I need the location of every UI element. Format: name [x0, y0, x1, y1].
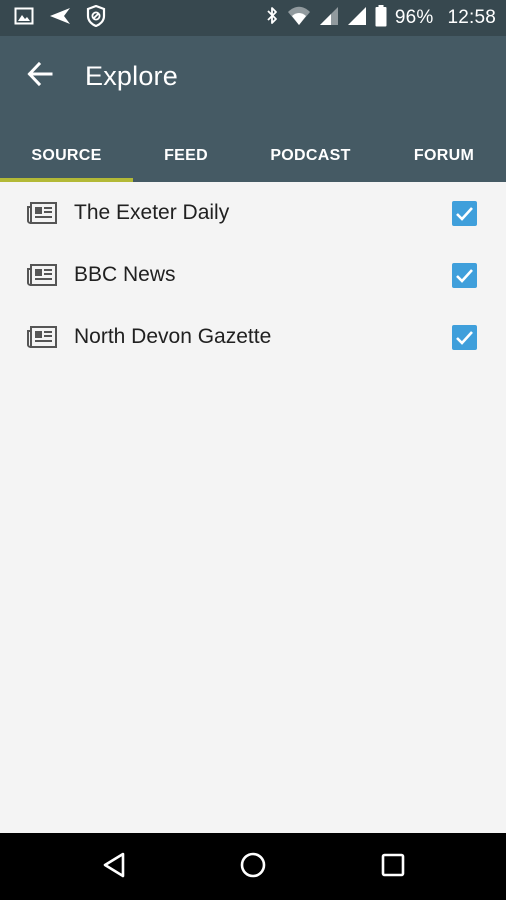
tab-bar: SOURCE FEED PODCAST FORUM [0, 130, 506, 182]
image-notification-icon [14, 6, 34, 31]
tab-feed[interactable]: FEED [133, 130, 239, 182]
status-left-icons [14, 4, 106, 32]
battery-percentage: 96% [394, 7, 434, 28]
source-label: BBC News [74, 263, 176, 286]
newspaper-icon [27, 263, 57, 287]
bluetooth-icon [265, 5, 279, 32]
source-label: The Exeter Daily [74, 201, 230, 224]
newspaper-icon [27, 325, 57, 349]
system-nav-bar [0, 833, 506, 900]
shield-notification-icon [86, 4, 106, 32]
status-bar: 96% 12:58 [0, 0, 506, 36]
source-label: North Devon Gazette [74, 325, 272, 348]
page-title: Explore [85, 61, 178, 91]
battery-icon [375, 4, 387, 32]
app-bar: Explore SOURCE FEED PODCAST FORUM [0, 36, 506, 182]
nav-recents-button[interactable] [375, 849, 411, 885]
clock-time: 12:58 [447, 7, 496, 28]
source-list: The Exeter Daily BBC News North Devon Ga… [0, 182, 506, 368]
signal-icon [319, 6, 339, 31]
recents-square-icon [380, 852, 406, 883]
send-notification-icon [48, 6, 72, 31]
wifi-icon [287, 6, 311, 31]
back-triangle-icon [101, 851, 127, 884]
signal-icon [347, 6, 367, 31]
status-right-icons: 96% 12:58 [265, 4, 496, 32]
back-button[interactable] [22, 58, 58, 94]
tab-podcast[interactable]: PODCAST [239, 130, 382, 182]
list-item[interactable]: The Exeter Daily [0, 182, 506, 244]
arrow-back-icon [27, 61, 53, 92]
nav-home-button[interactable] [235, 849, 271, 885]
source-checkbox[interactable] [452, 263, 477, 288]
home-circle-icon [239, 851, 267, 884]
nav-back-button[interactable] [96, 849, 132, 885]
tab-source[interactable]: SOURCE [0, 130, 133, 182]
tab-forum[interactable]: FORUM [382, 130, 506, 182]
source-checkbox[interactable] [452, 201, 477, 226]
list-item[interactable]: North Devon Gazette [0, 306, 506, 368]
list-item[interactable]: BBC News [0, 244, 506, 306]
newspaper-icon [27, 201, 57, 225]
source-checkbox[interactable] [452, 325, 477, 350]
